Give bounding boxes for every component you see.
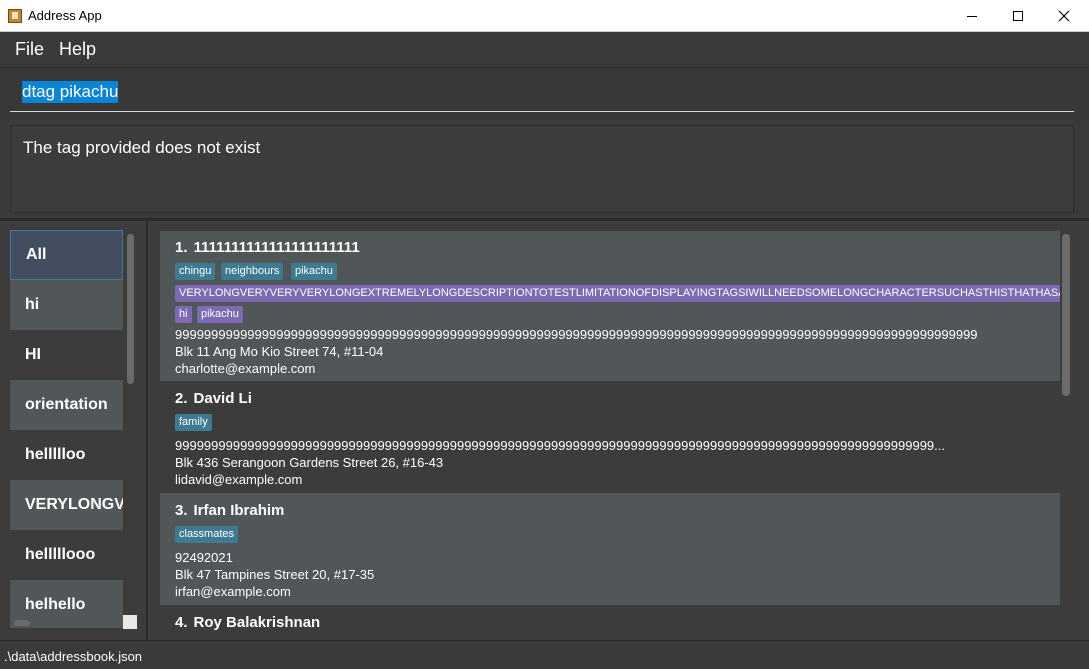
close-icon: [1058, 10, 1070, 22]
result-message: The tag provided does not exist: [23, 138, 261, 157]
maximize-button[interactable]: [995, 0, 1041, 32]
menu-help[interactable]: Help: [59, 39, 96, 60]
tag-item-label: helllllooo: [25, 546, 96, 563]
result-display: The tag provided does not exist: [0, 120, 1089, 218]
tag-list: All hi HI orientation hellllloo VERYLONG…: [10, 230, 123, 628]
person-list: 1. 1111111111111111111111 chingu neighbou…: [160, 231, 1060, 630]
tag-chip: pikachu: [197, 306, 243, 323]
tag-item[interactable]: helllllooo: [10, 530, 123, 580]
tag-item[interactable]: hellllloo: [10, 430, 123, 480]
minimize-button[interactable]: [949, 0, 995, 32]
person-name-text: Roy Balakrishnan: [193, 614, 321, 630]
tag-item[interactable]: hi: [10, 280, 123, 330]
person-phone: 92492021: [175, 550, 233, 565]
person-list-vertical-scrollbar[interactable]: [1062, 234, 1070, 396]
person-address: Blk 11 Ang Mo Kio Street 74, #11-04: [175, 344, 384, 359]
menu-bar: File Help: [0, 32, 1089, 68]
minimize-icon: [967, 16, 977, 17]
command-box: dtag pikachu: [0, 68, 1089, 120]
person-index: 4.: [175, 614, 188, 630]
command-input[interactable]: dtag pikachu: [10, 78, 1074, 112]
person-phone: 9999999999999999999999999999999999999999…: [175, 327, 978, 342]
person-email: charlotte@example.com: [175, 361, 316, 376]
person-card[interactable]: 2. David Li family 9999999999999999999999…: [160, 381, 1060, 493]
person-name: 2. David Li: [175, 390, 252, 407]
person-card[interactable]: 1. 1111111111111111111111 chingu neighbou…: [160, 231, 1060, 381]
tag-item[interactable]: HI: [10, 330, 123, 380]
tag-item-label: hellllloo: [25, 446, 86, 463]
close-button[interactable]: [1041, 0, 1087, 32]
tag-item[interactable]: VERYLONGVERYVERYVERYLONGEXTREMELYLONGDES…: [10, 480, 123, 530]
tag-chip: family: [175, 414, 212, 431]
tag-item-label: All: [26, 246, 47, 263]
tag-item-label: helhello: [25, 596, 86, 613]
tag-list-horizontal-scrollbar[interactable]: [14, 620, 30, 626]
person-name: 4. Roy Balakrishnan: [175, 614, 320, 630]
tag-chip: pikachu: [291, 263, 337, 280]
scroll-corner: [123, 615, 137, 629]
person-index: 1.: [175, 239, 188, 256]
tag-item[interactable]: orientation: [10, 380, 123, 430]
tag-chip: neighbours: [221, 263, 284, 280]
person-address: Blk 436 Serangoon Gardens Street 26, #16…: [175, 455, 444, 470]
person-index: 3.: [175, 502, 188, 519]
menu-file[interactable]: File: [15, 39, 44, 60]
tag-item-label: VERYLONGVERYVERYVERYLONGEXTREMELYLONGDES…: [25, 496, 123, 513]
tag-chip: classmates: [175, 526, 239, 543]
person-email: lidavid@example.com: [175, 472, 303, 487]
person-name: 1. 1111111111111111111111: [175, 239, 360, 256]
person-index: 2.: [175, 390, 188, 407]
window-titlebar: Address App: [0, 0, 1089, 32]
person-name-text: David Li: [193, 390, 252, 407]
window-title: Address App: [28, 8, 102, 23]
person-list-panel: 1. 1111111111111111111111 chingu neighbou…: [150, 221, 1089, 640]
person-name-text: 1111111111111111111111: [193, 239, 360, 256]
person-phone: 9999999999999999999999999999999999999999…: [175, 438, 945, 453]
person-email: irfan@example.com: [175, 584, 291, 599]
result-textarea[interactable]: The tag provided does not exist: [10, 125, 1074, 213]
person-address: Blk 47 Tampines Street 20, #17-35: [175, 567, 375, 582]
app-icon: [8, 9, 22, 23]
person-card[interactable]: 4. Roy Balakrishnan: [160, 605, 1060, 630]
tag-item-label: orientation: [25, 396, 108, 413]
tag-list-panel: All hi HI orientation hellllloo VERYLONG…: [0, 221, 148, 640]
tag-item-label: HI: [25, 346, 41, 363]
person-name: 3. Irfan Ibrahim: [175, 502, 284, 519]
maximize-icon: [1013, 11, 1023, 21]
tag-item-label: hi: [25, 296, 40, 313]
person-card[interactable]: 3. Irfan Ibrahim classmates 92492021 Blk …: [160, 493, 1060, 605]
tag-item-all[interactable]: All: [10, 230, 123, 280]
tag-chip: hi: [175, 306, 192, 323]
command-input-text: dtag pikachu: [22, 81, 119, 103]
person-name-text: Irfan Ibrahim: [193, 502, 285, 519]
tag-chip-long: VERYLONGVERYVERYVERYLONGEXTREMELYLONGDES…: [175, 285, 1060, 302]
save-location: .\data\addressbook.json: [4, 649, 143, 664]
tag-list-vertical-scrollbar[interactable]: [127, 234, 134, 384]
tag-chip: chingu: [175, 263, 216, 280]
status-bar: .\data\addressbook.json: [0, 640, 1089, 669]
